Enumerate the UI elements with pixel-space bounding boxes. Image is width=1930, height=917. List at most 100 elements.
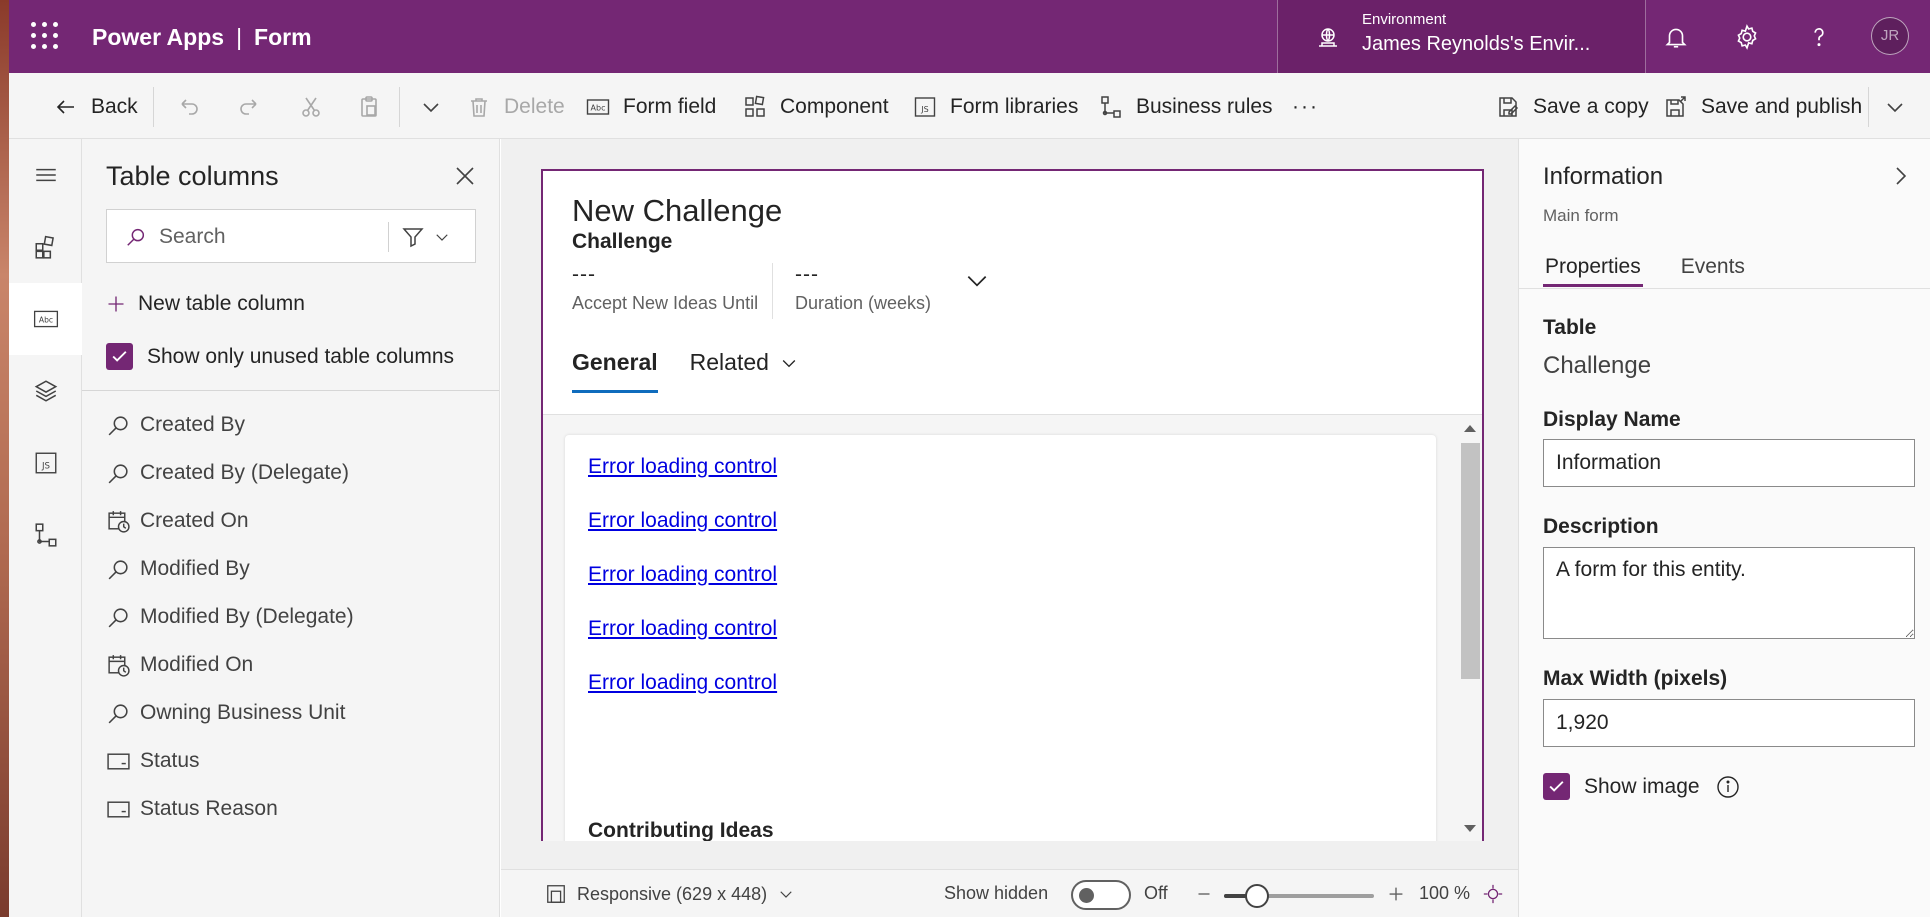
scrollbar-thumb[interactable] xyxy=(1461,443,1480,679)
list-item[interactable]: Created By (Delegate) xyxy=(106,449,486,497)
panel-divider xyxy=(82,390,499,391)
page-name: Form xyxy=(254,24,312,50)
list-item[interactable]: Status xyxy=(106,737,486,785)
redo-icon xyxy=(240,99,257,115)
chevron-down-icon[interactable] xyxy=(964,268,990,294)
toggle-knob xyxy=(1079,888,1094,903)
rail-form-libraries[interactable]: JS xyxy=(9,427,82,499)
list-item[interactable]: Modified By (Delegate) xyxy=(106,593,486,641)
header-field-divider xyxy=(772,263,773,319)
checkbox-checked[interactable] xyxy=(1543,773,1570,800)
list-item[interactable]: Status Reason xyxy=(106,785,486,833)
show-unused-checkbox[interactable]: Show only unused table columns xyxy=(106,343,454,370)
save-copy-button[interactable]: Save a copy xyxy=(1496,92,1649,122)
rail-business-rules[interactable] xyxy=(9,499,82,571)
error-loading-control-link[interactable]: Error loading control xyxy=(588,671,777,695)
form-scrollbar[interactable] xyxy=(1455,415,1482,841)
table-label: Table xyxy=(1543,316,1597,339)
rail-collapse-button[interactable] xyxy=(9,139,82,211)
rail-table-columns[interactable]: Abc xyxy=(9,283,82,355)
checkmark-icon xyxy=(112,351,127,362)
chevron-right-icon[interactable] xyxy=(1889,164,1913,188)
search-input[interactable] xyxy=(159,222,379,252)
fit-to-screen-button[interactable] xyxy=(1482,883,1504,905)
list-item[interactable]: Modified On xyxy=(106,641,486,689)
error-loading-control-link[interactable]: Error loading control xyxy=(588,617,777,641)
top-header: Power Apps | Form Environment James Reynol… xyxy=(9,0,1930,73)
javascript-icon: JS xyxy=(914,97,936,117)
scroll-down-arrow-icon[interactable] xyxy=(1464,825,1476,832)
rail-tree-view[interactable] xyxy=(9,355,82,427)
redo-button[interactable] xyxy=(237,92,274,122)
tab-properties[interactable]: Properties xyxy=(1543,255,1643,287)
environment-picker[interactable]: Environment James Reynolds's Envir... xyxy=(1277,0,1646,73)
error-loading-control-link[interactable]: Error loading control xyxy=(588,455,777,479)
checkbox-checked[interactable] xyxy=(106,343,133,370)
error-loading-control-link[interactable]: Error loading control xyxy=(588,509,777,533)
show-image-checkbox[interactable]: Show image xyxy=(1543,773,1740,800)
chevron-down-icon xyxy=(782,359,796,367)
info-icon[interactable] xyxy=(1716,775,1740,799)
more-commands-button[interactable]: ··· xyxy=(1292,92,1319,122)
zoom-slider-thumb[interactable] xyxy=(1245,884,1269,908)
show-hidden-toggle[interactable] xyxy=(1071,880,1131,910)
description-label: Description xyxy=(1543,515,1659,538)
description-textarea[interactable]: A form for this entity. xyxy=(1543,547,1915,639)
properties-tabs-underline xyxy=(1519,288,1930,289)
component-button[interactable]: Component xyxy=(743,92,889,122)
display-name-label: Display Name xyxy=(1543,408,1681,431)
form-field-button[interactable]: Abc Form field xyxy=(586,92,716,122)
more-edit-dropdown[interactable] xyxy=(419,92,456,122)
zoom-out-button[interactable] xyxy=(1193,883,1215,905)
form-libraries-button[interactable]: JS Form libraries xyxy=(913,92,1078,122)
environment-label: Environment xyxy=(1362,11,1447,28)
tab-related[interactable]: Related xyxy=(690,349,799,390)
cut-button[interactable] xyxy=(299,92,336,122)
rail-components[interactable] xyxy=(9,211,82,283)
delete-button[interactable]: Delete xyxy=(467,92,565,122)
tab-events[interactable]: Events xyxy=(1679,255,1747,287)
app-name[interactable]: Power Apps xyxy=(92,24,224,50)
save-options-dropdown[interactable] xyxy=(1883,92,1920,122)
filter-dropdown[interactable] xyxy=(401,222,467,252)
form-section[interactable]: Contributing Ideas Error loading control… xyxy=(565,435,1436,841)
header-field-duration[interactable]: --- Duration (weeks) xyxy=(795,263,931,314)
new-table-column-button[interactable]: New table column xyxy=(106,289,305,319)
notifications-bell-icon[interactable] xyxy=(1663,24,1689,50)
responsive-size-dropdown[interactable]: Responsive (629 x 448) xyxy=(545,883,795,905)
back-button[interactable]: Back xyxy=(54,92,138,122)
business-rules-icon xyxy=(34,523,57,547)
column-label: Modified By (Delegate) xyxy=(140,605,354,628)
zoom-in-button[interactable] xyxy=(1385,883,1407,905)
max-width-input[interactable] xyxy=(1543,699,1915,747)
svg-text:JS: JS xyxy=(920,105,928,114)
list-item[interactable]: Modified By xyxy=(106,545,486,593)
save-publish-button[interactable]: Save and publish xyxy=(1664,92,1862,122)
close-icon[interactable] xyxy=(453,164,477,188)
list-item[interactable]: Created By xyxy=(106,401,486,449)
calendar-clock-icon xyxy=(108,654,130,677)
settings-gear-icon[interactable] xyxy=(1734,24,1760,50)
fit-screen-icon xyxy=(1483,884,1503,904)
header-field-value: --- xyxy=(795,263,819,286)
form-title: New Challenge xyxy=(572,193,783,228)
business-rules-button[interactable]: Business rules xyxy=(1099,92,1273,122)
chevron-down-icon xyxy=(423,103,439,113)
header-field-accept-ideas[interactable]: --- Accept New Ideas Until xyxy=(572,263,758,314)
form-field-icon: Abc xyxy=(586,99,610,115)
user-avatar[interactable]: JR xyxy=(1871,17,1909,55)
list-item[interactable]: Created On xyxy=(106,497,486,545)
undo-button[interactable] xyxy=(177,92,214,122)
lookup-icon xyxy=(108,607,128,627)
help-question-icon[interactable] xyxy=(1806,24,1832,50)
column-label: Status Reason xyxy=(140,797,278,820)
error-loading-control-link[interactable]: Error loading control xyxy=(588,563,777,587)
form-preview[interactable]: New Challenge Challenge --- Accept New I… xyxy=(541,169,1484,841)
zoom-slider[interactable] xyxy=(1224,884,1374,908)
scroll-up-arrow-icon[interactable] xyxy=(1464,425,1476,432)
app-launcher-icon[interactable] xyxy=(31,22,59,50)
paste-button[interactable] xyxy=(357,92,394,122)
display-name-input[interactable] xyxy=(1543,439,1915,487)
tab-general[interactable]: General xyxy=(572,349,658,393)
list-item[interactable]: Owning Business Unit xyxy=(106,689,486,737)
